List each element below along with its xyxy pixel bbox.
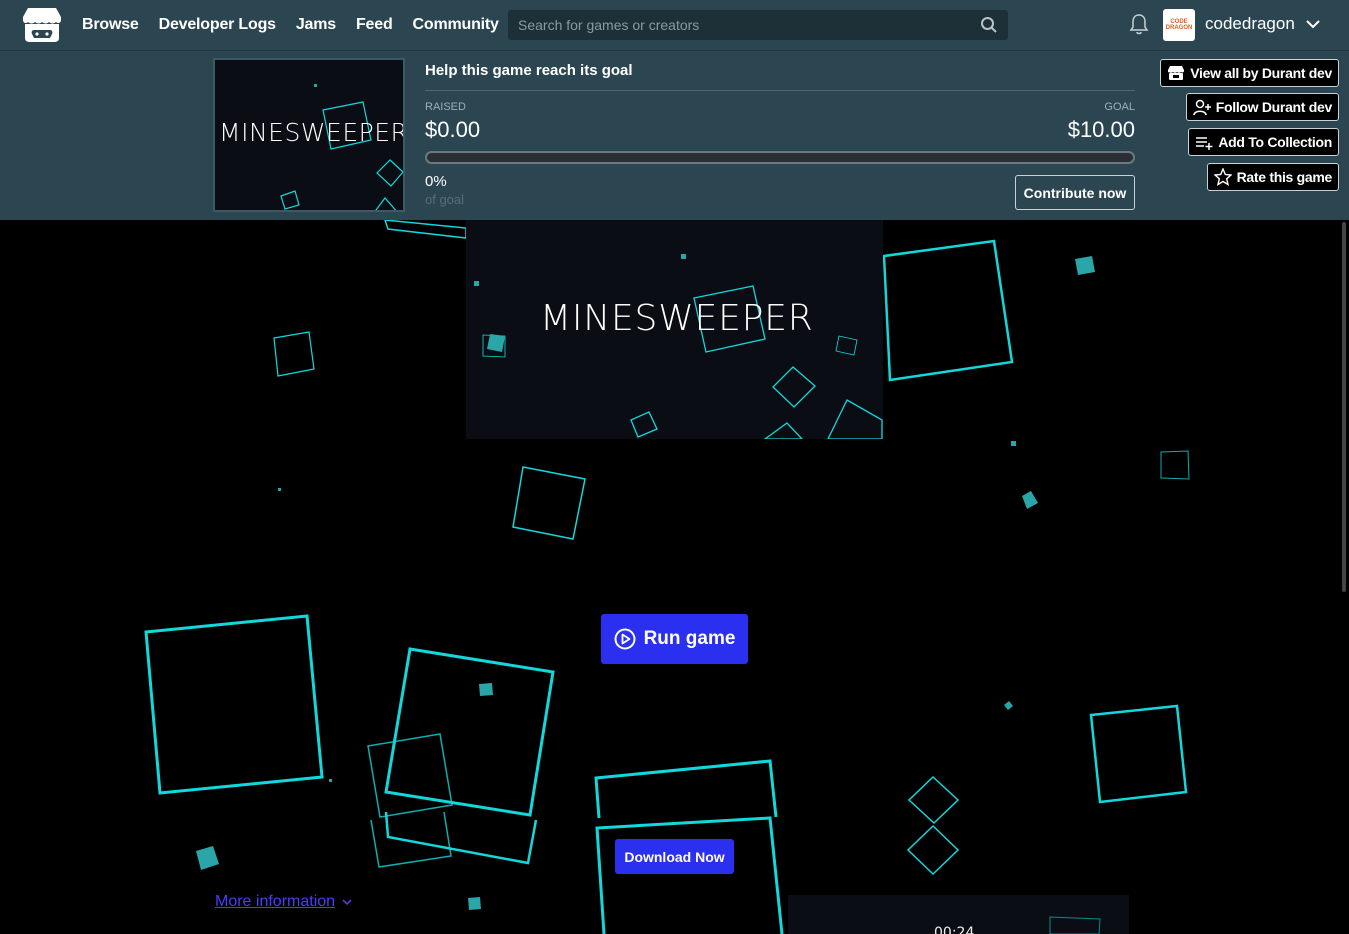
goal-divider <box>425 90 1135 91</box>
top-navigation-bar: Browse Developer Logs Jams Feed Communit… <box>0 0 1349 50</box>
video-preview[interactable]: 00:24 <box>788 895 1129 934</box>
view-all-label: View all by Durant dev <box>1190 65 1332 81</box>
star-icon <box>1213 168 1232 186</box>
itch-game-page: MINESWEEPER Browse Developer Logs Jams F… <box>0 0 1349 934</box>
game-thumbnail[interactable]: MINESWEEPER <box>213 58 405 212</box>
funding-goal-banner <box>0 50 1349 220</box>
add-to-list-icon <box>1196 137 1213 150</box>
page-scrollbar[interactable] <box>1342 222 1346 592</box>
nav-community[interactable]: Community <box>413 16 499 34</box>
nav-jams[interactable]: Jams <box>296 16 336 34</box>
thumbnail-title: MINESWEEPER <box>219 118 405 147</box>
video-timestamp: 00:24 <box>934 925 975 934</box>
search-input[interactable] <box>508 10 1008 40</box>
view-all-by-developer-button[interactable]: View all by Durant dev <box>1160 59 1339 87</box>
download-now-button[interactable]: Download Now <box>615 839 734 874</box>
more-info-label: More information <box>215 893 336 910</box>
percent-text: 0% <box>425 173 447 190</box>
run-game-button[interactable]: Run game <box>601 614 748 664</box>
play-circle-icon <box>614 628 636 650</box>
add-to-collection-button[interactable]: Add To Collection <box>1188 128 1339 156</box>
avatar-text: CODE DRAGON <box>1165 19 1193 31</box>
add-collection-label: Add To Collection <box>1218 134 1332 150</box>
goal-label: GOAL <box>1104 101 1135 113</box>
more-information-link[interactable]: More information <box>215 893 353 911</box>
cover-title: MINESWEEPER <box>540 298 814 339</box>
game-cover-image: MINESWEEPER <box>466 220 883 439</box>
main-nav-links: Browse Developer Logs Jams Feed Communit… <box>82 0 499 50</box>
raised-label: RAISED <box>425 101 466 113</box>
notifications-bell-icon[interactable] <box>1129 13 1149 35</box>
goal-amount: $10.00 <box>1067 117 1135 142</box>
user-avatar[interactable]: CODE DRAGON <box>1163 9 1195 41</box>
raised-amount: $0.00 <box>425 117 481 142</box>
store-icon <box>1168 66 1185 80</box>
goal-heading: Help this game reach its goal <box>425 62 633 79</box>
nav-feed[interactable]: Feed <box>356 16 393 34</box>
nav-browse[interactable]: Browse <box>82 16 139 34</box>
follow-label: Follow Durant dev <box>1215 99 1333 115</box>
chevron-down-icon <box>342 899 352 906</box>
add-user-icon <box>1193 99 1211 116</box>
run-game-label: Run game <box>643 628 736 649</box>
username-label[interactable]: codedragon <box>1205 14 1295 34</box>
rate-label: Rate this game <box>1236 169 1333 185</box>
follow-developer-button[interactable]: Follow Durant dev <box>1185 93 1339 121</box>
chevron-down-icon[interactable] <box>1305 16 1321 32</box>
of-goal-text: of goal <box>425 192 465 207</box>
rate-game-button[interactable]: Rate this game <box>1206 163 1339 191</box>
nav-developer-logs[interactable]: Developer Logs <box>159 16 276 34</box>
search-box <box>508 10 1008 40</box>
search-icon[interactable] <box>980 16 998 34</box>
goal-progress-bar <box>425 151 1135 164</box>
itch-logo-icon[interactable] <box>22 7 62 43</box>
contribute-button[interactable]: Contribute now <box>1015 175 1135 210</box>
